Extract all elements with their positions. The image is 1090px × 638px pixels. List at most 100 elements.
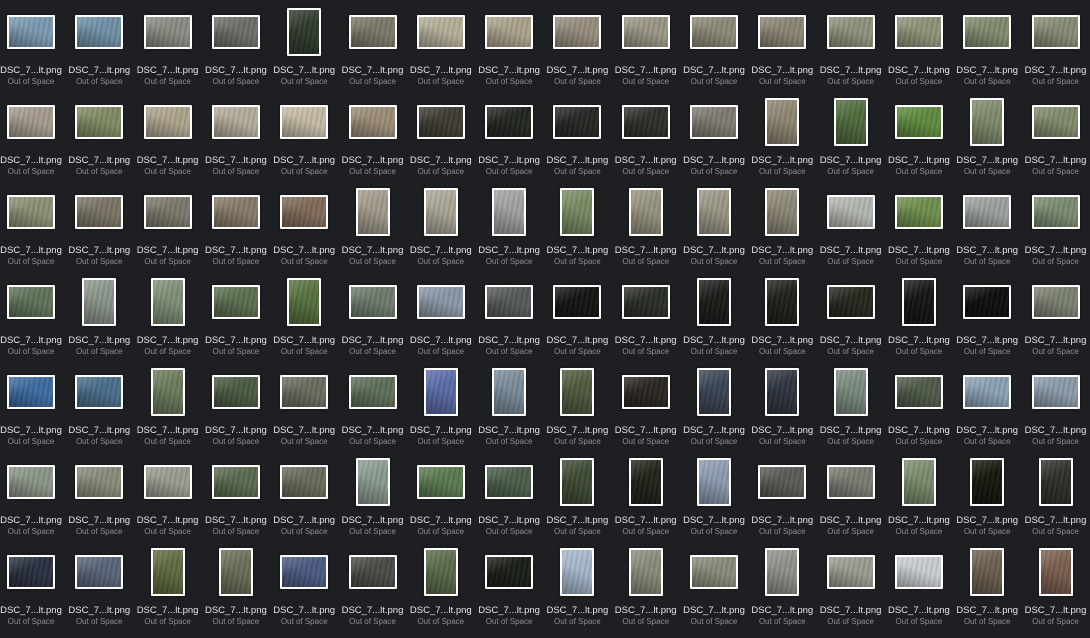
photo-item[interactable]: DSC_7...lt.png Out of Space [0, 97, 65, 177]
photo-thumbnail[interactable] [211, 15, 260, 49]
photo-thumbnail[interactable] [75, 375, 124, 409]
photo-item[interactable]: DSC_7...lt.png Out of Space [680, 277, 748, 357]
photo-item[interactable]: DSC_7...lt.png Out of Space [680, 367, 748, 447]
photo-item[interactable]: DSC_7...lt.png Out of Space [748, 97, 816, 177]
photo-thumbnail[interactable] [211, 285, 260, 319]
photo-thumbnail[interactable] [826, 195, 875, 229]
photo-item[interactable]: DSC_7...lt.png Out of Space [134, 187, 202, 267]
photo-item[interactable]: DSC_7...lt.png Out of Space [407, 367, 475, 447]
photo-thumbnail[interactable] [697, 188, 731, 236]
photo-thumbnail[interactable] [150, 368, 185, 416]
photo-item[interactable]: DSC_7...lt.png Out of Space [748, 457, 816, 537]
photo-item[interactable]: DSC_7...lt.png Out of Space [270, 187, 338, 267]
photo-item[interactable]: DSC_7...lt.png Out of Space [475, 547, 543, 627]
photo-item[interactable]: DSC_7...lt.png Out of Space [817, 277, 885, 357]
photo-item[interactable]: DSC_7...lt.png Out of Space [202, 547, 270, 627]
photo-item[interactable]: DSC_7...lt.png Out of Space [475, 457, 543, 537]
photo-item[interactable]: DSC_7...lt.png Out of Space [65, 97, 133, 177]
photo-thumbnail[interactable] [416, 285, 465, 319]
photo-item[interactable]: DSC_7...lt.png Out of Space [680, 7, 748, 87]
photo-thumbnail[interactable] [1038, 548, 1073, 596]
photo-thumbnail[interactable] [553, 105, 602, 139]
photo-item[interactable]: DSC_7...lt.png Out of Space [543, 7, 611, 87]
photo-thumbnail[interactable] [894, 195, 943, 229]
photo-thumbnail[interactable] [690, 555, 738, 589]
photo-item[interactable]: DSC_7...lt.png Out of Space [0, 7, 65, 87]
photo-item[interactable]: DSC_7...lt.png Out of Space [1022, 97, 1090, 177]
photo-item[interactable]: DSC_7...lt.png Out of Space [885, 97, 953, 177]
photo-thumbnail[interactable] [560, 548, 595, 596]
photo-thumbnail[interactable] [485, 15, 534, 49]
photo-item[interactable]: DSC_7...lt.png Out of Space [817, 7, 885, 87]
photo-thumbnail[interactable] [211, 375, 260, 409]
photo-thumbnail[interactable] [423, 188, 458, 236]
photo-item[interactable]: DSC_7...lt.png Out of Space [339, 457, 407, 537]
photo-thumbnail[interactable] [150, 278, 185, 326]
photo-item[interactable]: DSC_7...lt.png Out of Space [134, 547, 202, 627]
photo-thumbnail[interactable] [287, 8, 322, 56]
photo-item[interactable]: DSC_7...lt.png Out of Space [270, 457, 338, 537]
photo-item[interactable]: DSC_7...lt.png Out of Space [885, 7, 953, 87]
photo-thumbnail[interactable] [280, 195, 329, 229]
photo-thumbnail[interactable] [970, 458, 1005, 506]
photo-item[interactable]: DSC_7...lt.png Out of Space [1022, 547, 1090, 627]
photo-thumbnail[interactable] [697, 458, 731, 506]
photo-item[interactable]: DSC_7...lt.png Out of Space [407, 277, 475, 357]
photo-item[interactable]: DSC_7...lt.png Out of Space [407, 97, 475, 177]
photo-item[interactable]: DSC_7...lt.png Out of Space [65, 547, 133, 627]
photo-item[interactable]: DSC_7...lt.png Out of Space [1022, 187, 1090, 267]
photo-thumbnail[interactable] [143, 15, 192, 49]
photo-thumbnail[interactable] [765, 548, 800, 596]
photo-thumbnail[interactable] [280, 105, 329, 139]
photo-item[interactable]: DSC_7...lt.png Out of Space [0, 457, 65, 537]
photo-item[interactable]: DSC_7...lt.png Out of Space [65, 187, 133, 267]
photo-thumbnail[interactable] [280, 375, 329, 409]
photo-item[interactable]: DSC_7...lt.png Out of Space [612, 187, 680, 267]
photo-item[interactable]: DSC_7...lt.png Out of Space [1022, 457, 1090, 537]
photo-item[interactable]: DSC_7...lt.png Out of Space [953, 97, 1021, 177]
photo-thumbnail[interactable] [75, 105, 124, 139]
photo-item[interactable]: DSC_7...lt.png Out of Space [202, 367, 270, 447]
photo-item[interactable]: DSC_7...lt.png Out of Space [612, 277, 680, 357]
photo-item[interactable]: DSC_7...lt.png Out of Space [270, 547, 338, 627]
photo-item[interactable]: DSC_7...lt.png Out of Space [134, 367, 202, 447]
photo-item[interactable]: DSC_7...lt.png Out of Space [270, 367, 338, 447]
photo-item[interactable]: DSC_7...lt.png Out of Space [202, 187, 270, 267]
photo-item[interactable]: DSC_7...lt.png Out of Space [612, 457, 680, 537]
photo-item[interactable]: DSC_7...lt.png Out of Space [885, 277, 953, 357]
photo-item[interactable]: DSC_7...lt.png Out of Space [475, 367, 543, 447]
photo-item[interactable]: DSC_7...lt.png Out of Space [1022, 7, 1090, 87]
photo-thumbnail[interactable] [894, 555, 943, 589]
photo-item[interactable]: DSC_7...lt.png Out of Space [407, 7, 475, 87]
photo-thumbnail[interactable] [75, 555, 124, 589]
photo-item[interactable]: DSC_7...lt.png Out of Space [748, 547, 816, 627]
photo-thumbnail[interactable] [416, 105, 465, 139]
photo-thumbnail[interactable] [355, 188, 390, 236]
photo-thumbnail[interactable] [287, 278, 322, 326]
photo-thumbnail[interactable] [894, 105, 943, 139]
photo-thumbnail[interactable] [218, 548, 253, 596]
photo-thumbnail[interactable] [7, 465, 55, 499]
photo-item[interactable]: DSC_7...lt.png Out of Space [270, 7, 338, 87]
photo-thumbnail[interactable] [492, 368, 527, 416]
photo-thumbnail[interactable] [423, 548, 458, 596]
photo-item[interactable]: DSC_7...lt.png Out of Space [407, 547, 475, 627]
photo-item[interactable]: DSC_7...lt.png Out of Space [0, 547, 65, 627]
photo-item[interactable]: DSC_7...lt.png Out of Space [202, 97, 270, 177]
photo-thumbnail[interactable] [894, 375, 943, 409]
photo-item[interactable]: DSC_7...lt.png Out of Space [339, 7, 407, 87]
photo-item[interactable]: DSC_7...lt.png Out of Space [0, 277, 65, 357]
photo-thumbnail[interactable] [628, 188, 663, 236]
photo-thumbnail[interactable] [416, 465, 465, 499]
photo-item[interactable]: DSC_7...lt.png Out of Space [475, 277, 543, 357]
photo-item[interactable]: DSC_7...lt.png Out of Space [612, 547, 680, 627]
photo-item[interactable]: DSC_7...lt.png Out of Space [407, 187, 475, 267]
photo-thumbnail[interactable] [560, 368, 595, 416]
photo-item[interactable]: DSC_7...lt.png Out of Space [134, 457, 202, 537]
photo-item[interactable]: DSC_7...lt.png Out of Space [339, 97, 407, 177]
photo-thumbnail[interactable] [690, 15, 738, 49]
photo-thumbnail[interactable] [963, 15, 1012, 49]
photo-item[interactable]: DSC_7...lt.png Out of Space [134, 7, 202, 87]
photo-item[interactable]: DSC_7...lt.png Out of Space [748, 277, 816, 357]
photo-thumbnail[interactable] [75, 465, 124, 499]
